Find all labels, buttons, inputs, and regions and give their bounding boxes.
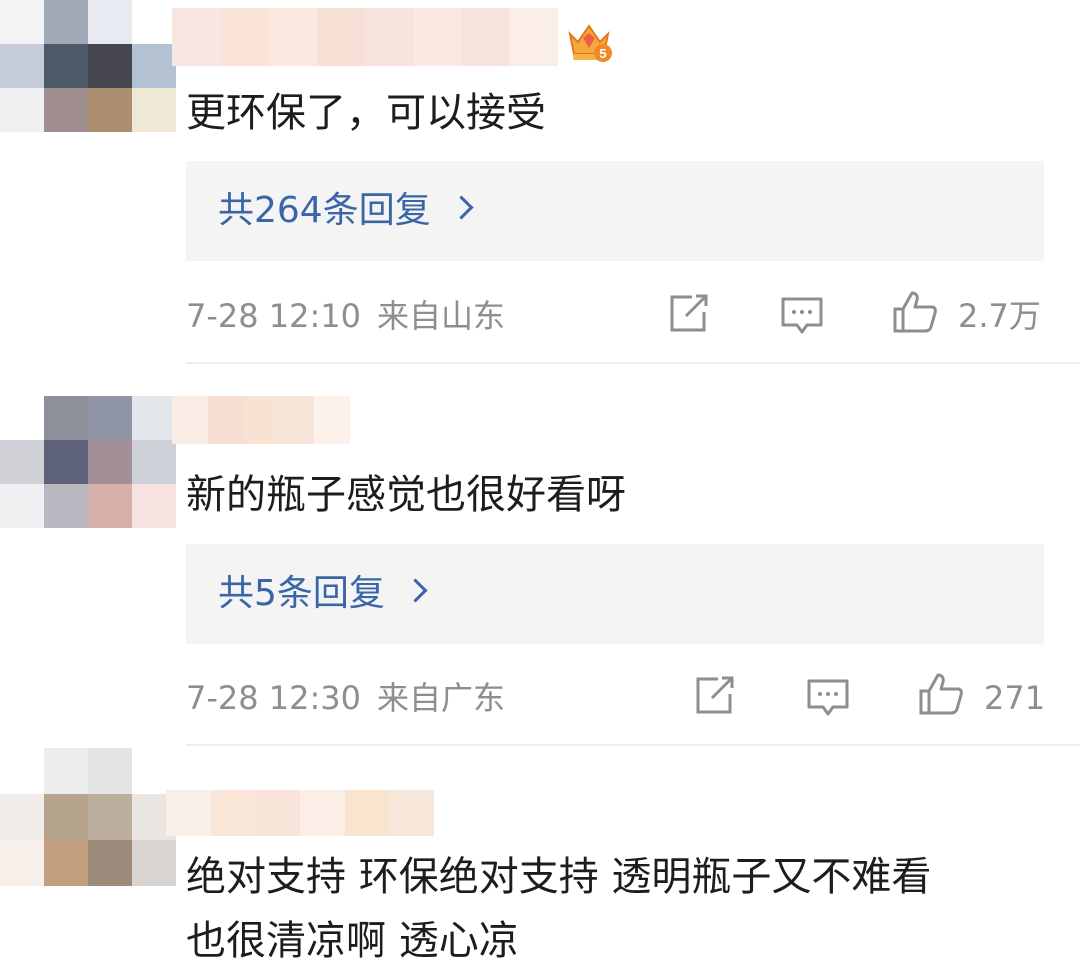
comment-text: 更环保了，可以接受 [186, 90, 546, 136]
divider [186, 362, 1080, 364]
username-pixel [172, 8, 221, 66]
username-pixel [268, 8, 317, 66]
comment-item: 绝对支持 环保绝对支持 透明瓶子又不难看 也很清凉啊 透心凉 [0, 748, 1080, 974]
username-pixel [278, 396, 315, 444]
avatar-pixel [44, 0, 88, 44]
avatar-pixel [44, 484, 88, 528]
username-pixel [314, 396, 350, 444]
avatar-pixel [88, 794, 132, 840]
avatar-pixel [44, 794, 88, 840]
timestamp: 7-28 12:30 [186, 679, 362, 717]
divider [186, 744, 1080, 746]
comment-item: 5 更环保了，可以接受 共264条回复 7-28 12:10 来自山东 2.7万 [0, 0, 1080, 365]
comment-text: 新的瓶子感觉也很好看呀 [186, 472, 626, 518]
chevron-right-icon [403, 578, 428, 603]
avatar-pixel [44, 396, 88, 440]
avatar-pixel [44, 440, 88, 484]
avatar-pixel [132, 840, 176, 886]
comment-bubble-icon[interactable] [780, 294, 824, 338]
avatar-pixel [132, 484, 176, 528]
avatar-pixel [88, 0, 132, 44]
avatar-pixel [132, 440, 176, 484]
username-pixel [243, 396, 279, 444]
username-pixel [509, 8, 558, 66]
replies-label: 共264条回复 [218, 190, 431, 231]
comment-text-line-1: 绝对支持 环保绝对支持 透明瓶子又不难看 [186, 854, 932, 900]
location: 来自山东 [377, 297, 506, 335]
avatar-pixel [132, 396, 176, 440]
share-square-icon[interactable] [692, 674, 736, 718]
comment-item: 新的瓶子感觉也很好看呀 共5条回复 7-28 12:30 来自广东 271 [0, 380, 1080, 748]
avatar-pixel [132, 748, 176, 794]
avatar-pixel [132, 88, 176, 132]
replies-link[interactable]: 共264条回复 [186, 161, 1044, 261]
avatar-pixel [0, 44, 44, 88]
avatar-pixel [88, 440, 132, 484]
avatar-pixel [0, 484, 44, 528]
username-pixel [207, 396, 244, 444]
chevron-right-icon [449, 195, 474, 220]
replies-link[interactable]: 共5条回复 [186, 544, 1044, 644]
replies-label: 共5条回复 [218, 573, 385, 614]
avatar-pixel [88, 840, 132, 886]
avatar-pixel [88, 748, 132, 794]
avatar-pixel [132, 0, 176, 44]
timestamp: 7-28 12:10 [186, 297, 362, 335]
username[interactable] [172, 396, 350, 444]
username-pixel [316, 8, 365, 66]
avatar-pixel [88, 396, 132, 440]
username-pixel [344, 790, 390, 836]
avatar-pixel [0, 0, 44, 44]
username-pixel [389, 790, 435, 836]
avatar-pixel [44, 88, 88, 132]
avatar-pixel [0, 88, 44, 132]
avatar-pixel [88, 88, 132, 132]
username-pixel [461, 8, 510, 66]
username-pixel [210, 790, 256, 836]
avatar-pixel [0, 440, 44, 484]
crown-level-badge-icon: 5 [568, 24, 612, 62]
username[interactable] [172, 8, 558, 66]
comment-bubble-icon[interactable] [806, 676, 850, 720]
thumbs-up-icon[interactable] [918, 671, 964, 717]
avatar[interactable] [0, 0, 176, 132]
username-pixel [255, 790, 301, 836]
username-pixel [220, 8, 269, 66]
share-square-icon[interactable] [666, 292, 710, 336]
avatar-pixel [0, 794, 44, 840]
avatar-pixel [44, 44, 88, 88]
username-pixel [365, 8, 414, 66]
avatar-pixel [0, 748, 44, 794]
like-count: 271 [984, 679, 1046, 717]
avatar-pixel [44, 840, 88, 886]
badge-level: 5 [599, 46, 606, 61]
avatar-pixel [44, 748, 88, 794]
avatar-pixel [0, 840, 44, 886]
thumbs-up-icon[interactable] [892, 289, 938, 335]
username-pixel [413, 8, 462, 66]
comment-meta: 7-28 12:30 来自广东 [186, 676, 505, 720]
avatar-pixel [132, 44, 176, 88]
avatar[interactable] [0, 748, 176, 886]
comment-text-line-2: 也很清凉啊 透心凉 [186, 918, 519, 964]
avatar-pixel [0, 396, 44, 440]
comment-meta: 7-28 12:10 来自山东 [186, 294, 505, 338]
avatar-pixel [88, 484, 132, 528]
location: 来自广东 [377, 679, 506, 717]
username-pixel [172, 396, 208, 444]
like-count: 2.7万 [958, 297, 1041, 335]
username-pixel [166, 790, 211, 836]
avatar[interactable] [0, 396, 176, 528]
avatar-pixel [88, 44, 132, 88]
username-pixel [300, 790, 345, 836]
username[interactable] [166, 790, 435, 836]
